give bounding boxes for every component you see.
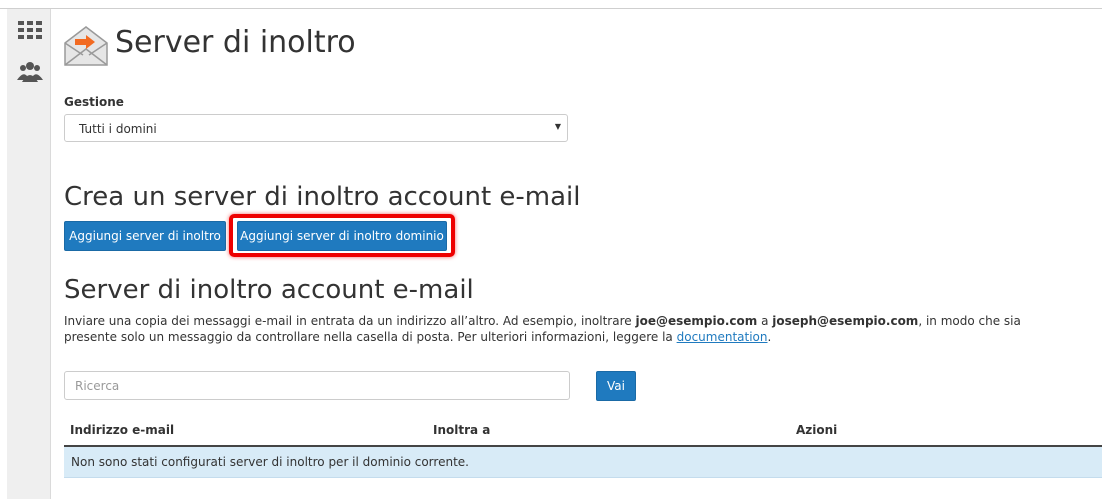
search-input[interactable] [64, 371, 570, 400]
domain-select[interactable]: Tutti i domini ▼ [64, 114, 568, 142]
grid-icon[interactable] [17, 17, 43, 43]
example-from-address: joe@esempio.com [635, 314, 758, 328]
domain-select-value: Tutti i domini [79, 122, 157, 136]
users-icon[interactable] [17, 59, 43, 85]
highlight-annotation: Aggiungi server di inoltro dominio [229, 214, 455, 257]
go-button[interactable]: Vai [596, 371, 636, 401]
page-title: Server di inoltro [115, 25, 356, 60]
table-header: Indirizzo e-mail Inoltra a Azioni [64, 417, 1102, 447]
table-row: Non sono stati configurati server di ino… [64, 447, 1102, 478]
forwarders-list-heading: Server di inoltro account e-mail [64, 275, 474, 305]
add-domain-forwarder-button[interactable]: Aggiungi server di inoltro dominio [237, 221, 447, 251]
left-sidebar [7, 9, 51, 499]
forwarder-mail-icon [64, 26, 108, 66]
main-content: Server di inoltro Gestione Tutti i domin… [51, 9, 1102, 499]
description-text: . [767, 330, 772, 344]
documentation-link[interactable]: documentation [677, 330, 768, 344]
management-label: Gestione [64, 95, 124, 109]
description-text: a [757, 314, 773, 328]
chevron-down-icon: ▼ [554, 122, 561, 131]
column-header-forward-to[interactable]: Inoltra a [433, 423, 490, 437]
example-to-address: joseph@esempio.com [772, 314, 919, 328]
add-forwarder-button[interactable]: Aggiungi server di inoltro [64, 221, 226, 251]
column-header-actions: Azioni [796, 423, 838, 437]
forwarders-table: Indirizzo e-mail Inoltra a Azioni Non so… [64, 417, 1102, 478]
column-header-email[interactable]: Indirizzo e-mail [70, 423, 174, 437]
create-forwarder-heading: Crea un server di inoltro account e-mail [64, 182, 581, 212]
forwarders-description: Inviare una copia dei messaggi e-mail in… [64, 313, 1074, 345]
description-text: Inviare una copia dei messaggi e-mail in… [64, 314, 636, 328]
empty-table-message: Non sono stati configurati server di ino… [71, 455, 469, 469]
